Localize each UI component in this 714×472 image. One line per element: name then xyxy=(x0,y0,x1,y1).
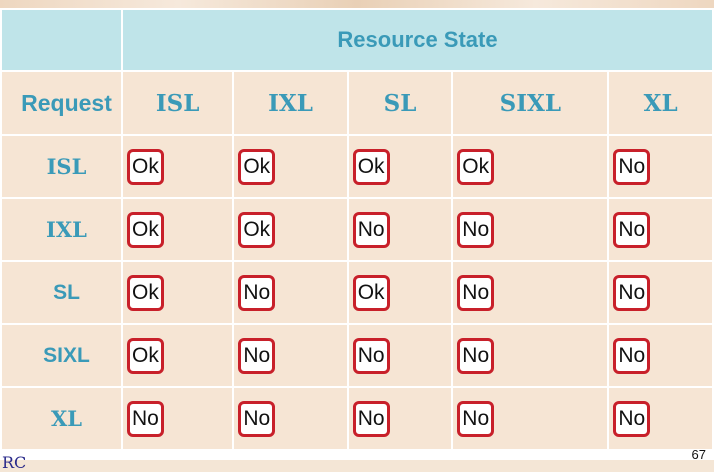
table-row: SIXL Ok No No No No xyxy=(2,325,712,386)
column-header: SIXL xyxy=(453,72,608,134)
compat-badge: No xyxy=(238,337,276,374)
compat-badge: Ok xyxy=(352,274,390,311)
compat-badge: Ok xyxy=(457,148,495,185)
column-header: IXL xyxy=(234,72,347,134)
compat-badge: No xyxy=(127,400,164,437)
compat-badge: No xyxy=(613,400,651,437)
compat-badge: No xyxy=(352,337,390,374)
compat-badge: No xyxy=(613,148,651,185)
compat-badge: No xyxy=(613,337,651,374)
compat-badge: Ok xyxy=(238,211,276,248)
table-row: SL Ok No Ok No No xyxy=(2,262,712,323)
column-header: SL xyxy=(348,72,452,134)
top-decoration xyxy=(0,0,714,8)
compat-badge: No xyxy=(238,274,276,311)
resource-state-header: Resource State xyxy=(123,10,712,70)
compat-badge: No xyxy=(457,337,495,374)
row-header: IXL xyxy=(2,199,121,260)
compat-badge: Ok xyxy=(127,211,164,248)
row-header: SL xyxy=(2,262,121,323)
footer-logo: RC xyxy=(2,453,27,472)
corner-cell xyxy=(2,10,121,70)
row-header: XL xyxy=(2,388,121,449)
compat-badge: No xyxy=(352,400,390,437)
compat-badge: Ok xyxy=(127,148,164,185)
column-header: ISL xyxy=(123,72,233,134)
table-row: XL No No No No No xyxy=(2,388,712,449)
table-header-row: Resource State xyxy=(2,10,712,70)
page-number: 67 xyxy=(691,447,706,462)
compat-badge: Ok xyxy=(127,274,164,311)
lock-compatibility-table: Resource State Request ISL IXL SL SIXL X… xyxy=(0,8,714,451)
row-header: SIXL xyxy=(2,325,121,386)
compat-badge: No xyxy=(457,400,495,437)
table-row: IXL Ok Ok No No No xyxy=(2,199,712,260)
table-row: ISL Ok Ok Ok Ok No xyxy=(2,136,712,197)
compat-badge: Ok xyxy=(352,148,390,185)
column-header-row: Request ISL IXL SL SIXL XL xyxy=(2,72,712,134)
compat-badge: Ok xyxy=(127,337,164,374)
compat-badge: No xyxy=(238,400,276,437)
compat-badge: No xyxy=(613,274,651,311)
compat-badge: No xyxy=(352,211,390,248)
request-header: Request xyxy=(2,72,121,134)
row-header: ISL xyxy=(2,136,121,197)
column-header: XL xyxy=(609,72,712,134)
compat-badge: No xyxy=(613,211,651,248)
compat-badge: No xyxy=(457,274,495,311)
compat-badge: Ok xyxy=(238,148,276,185)
compat-badge: No xyxy=(457,211,495,248)
